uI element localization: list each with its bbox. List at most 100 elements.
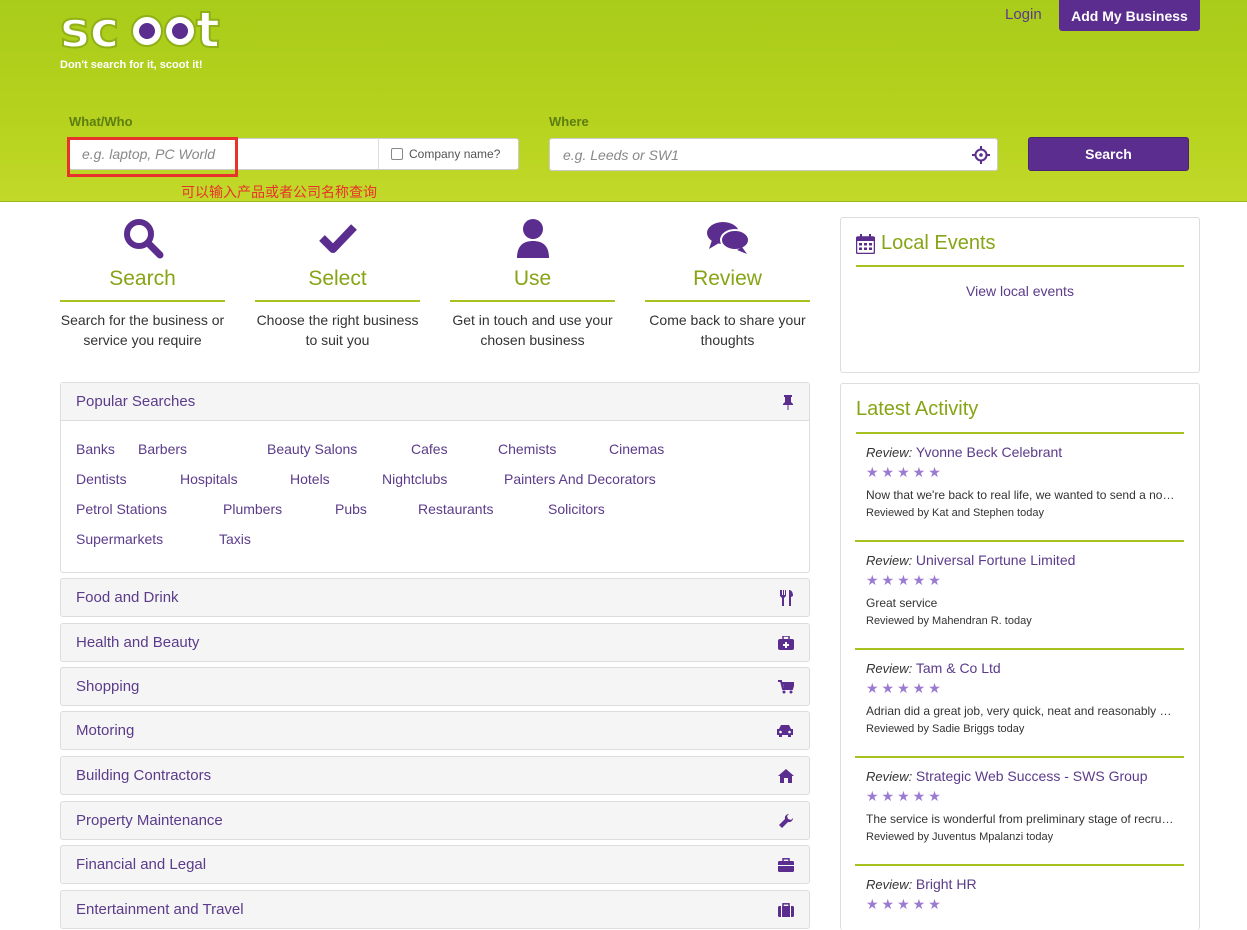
site-header: sc t Don't search for it, scoot it! Logi… xyxy=(0,0,1247,202)
step-description: Get in touch and use your chosen busines… xyxy=(452,312,613,348)
popular-link[interactable]: Cafes xyxy=(411,441,448,457)
where-input[interactable] xyxy=(550,139,950,170)
check-icon xyxy=(318,224,357,253)
activity-item: Review: Strategic Web Success - SWS Grou… xyxy=(855,768,1184,843)
category-label: Financial and Legal xyxy=(76,856,207,873)
crosshair-icon[interactable] xyxy=(972,146,990,164)
step-use: Use Get in touch and use your chosen bus… xyxy=(450,215,615,350)
popular-link[interactable]: Beauty Salons xyxy=(267,441,357,457)
step-search: Search Search for the business or servic… xyxy=(60,215,225,350)
popular-link[interactable]: Plumbers xyxy=(223,501,282,517)
popular-link[interactable]: Taxis xyxy=(219,531,251,547)
review-prefix: Review: xyxy=(866,553,913,568)
section-divider xyxy=(856,265,1184,267)
category-entertainment-and-travel[interactable]: Entertainment and Travel xyxy=(60,890,810,929)
activity-divider xyxy=(855,864,1184,866)
review-snippet: Adrian did a great job, very quick, neat… xyxy=(866,704,1176,718)
popular-links: Banks Barbers Beauty Salons Cafes Chemis… xyxy=(61,421,809,573)
business-link[interactable]: Yvonne Beck Celebrant xyxy=(916,444,1062,460)
company-name-checkbox[interactable] xyxy=(391,148,403,160)
step-divider xyxy=(60,300,225,302)
category-property-maintenance[interactable]: Property Maintenance xyxy=(60,801,810,840)
rating-stars: ★★★★★ xyxy=(866,896,944,912)
step-description: Choose the right business to suit you xyxy=(256,312,419,348)
popular-link[interactable]: Chemists xyxy=(498,441,556,457)
review-prefix: Review: xyxy=(866,769,913,784)
where-label: Where xyxy=(549,114,589,129)
activity-review-line: Review: Yvonne Beck Celebrant xyxy=(866,444,1184,460)
popular-link[interactable]: Banks xyxy=(76,441,115,457)
review-snippet: Now that we're back to real life, we wan… xyxy=(866,488,1176,502)
category-motoring[interactable]: Motoring xyxy=(60,711,810,750)
comments-icon xyxy=(706,222,750,254)
popular-searches-header[interactable]: Popular Searches xyxy=(61,383,809,421)
popular-link[interactable]: Pubs xyxy=(335,501,367,517)
activity-review-line: Review: Tam & Co Ltd xyxy=(866,660,1184,676)
business-link[interactable]: Bright HR xyxy=(916,876,977,892)
category-label: Food and Drink xyxy=(76,589,179,606)
magnifier-icon xyxy=(123,219,163,259)
category-health-and-beauty[interactable]: Health and Beauty xyxy=(60,623,810,662)
company-name-toggle[interactable]: Company name? xyxy=(378,138,519,170)
briefcase-icon xyxy=(778,857,794,872)
svg-text:sc: sc xyxy=(60,1,119,59)
activity-item: Review: Tam & Co Ltd ★★★★★ Adrian did a … xyxy=(855,660,1184,735)
local-events-title: Local Events xyxy=(881,232,996,254)
scoot-logo[interactable]: sc t xyxy=(58,0,228,60)
activity-review-line: Review: Bright HR xyxy=(866,876,1184,892)
category-shopping[interactable]: Shopping xyxy=(60,667,810,706)
step-divider xyxy=(645,300,810,302)
calendar-icon xyxy=(856,233,875,254)
medkit-icon xyxy=(778,635,794,650)
local-events-heading: Local Events xyxy=(856,232,996,255)
tagline: Don't search for it, scoot it! xyxy=(60,59,203,71)
business-link[interactable]: Tam & Co Ltd xyxy=(916,660,1001,676)
annotation-highlight-box xyxy=(67,137,238,177)
rating-stars: ★★★★★ xyxy=(866,680,944,696)
step-review: Review Come back to share your thoughts xyxy=(645,215,810,350)
user-icon xyxy=(516,219,549,258)
category-building-contractors[interactable]: Building Contractors xyxy=(60,756,810,795)
section-divider xyxy=(856,432,1184,434)
category-food-and-drink[interactable]: Food and Drink xyxy=(60,578,810,617)
popular-link[interactable]: Hospitals xyxy=(180,471,238,487)
step-divider xyxy=(255,300,420,302)
suitcase-icon xyxy=(778,902,794,917)
where-field xyxy=(549,138,998,171)
category-label: Motoring xyxy=(76,722,135,739)
popular-link[interactable]: Supermarkets xyxy=(76,531,163,547)
popular-link[interactable]: Dentists xyxy=(76,471,127,487)
popular-searches-panel: Popular Searches Banks Barbers Beauty Sa… xyxy=(60,382,810,573)
category-label: Health and Beauty xyxy=(76,634,200,651)
popular-link[interactable]: Cinemas xyxy=(609,441,664,457)
rating-stars: ★★★★★ xyxy=(866,464,944,480)
pin-icon xyxy=(783,394,793,410)
cart-icon xyxy=(778,679,794,693)
add-business-button[interactable]: Add My Business xyxy=(1059,0,1200,31)
popular-link[interactable]: Petrol Stations xyxy=(76,501,167,517)
view-local-events-link[interactable]: View local events xyxy=(841,283,1199,299)
popular-link[interactable]: Barbers xyxy=(138,441,187,457)
popular-link[interactable]: Nightclubs xyxy=(382,471,447,487)
activity-divider xyxy=(855,648,1184,650)
popular-link[interactable]: Painters And Decorators xyxy=(504,471,656,487)
search-button[interactable]: Search xyxy=(1028,137,1189,171)
rating-stars: ★★★★★ xyxy=(866,572,944,588)
popular-link[interactable]: Hotels xyxy=(290,471,330,487)
business-link[interactable]: Universal Fortune Limited xyxy=(916,552,1076,568)
category-financial-and-legal[interactable]: Financial and Legal xyxy=(60,845,810,884)
login-link[interactable]: Login xyxy=(1005,6,1042,23)
home-icon xyxy=(778,768,794,783)
step-title: Search xyxy=(109,267,176,290)
car-icon xyxy=(777,724,793,737)
company-name-label: Company name? xyxy=(409,147,501,161)
business-link[interactable]: Strategic Web Success - SWS Group xyxy=(916,768,1148,784)
popular-searches-title: Popular Searches xyxy=(76,393,196,410)
svg-text:t: t xyxy=(196,1,220,59)
popular-link[interactable]: Restaurants xyxy=(418,501,493,517)
activity-review-line: Review: Universal Fortune Limited xyxy=(866,552,1184,568)
activity-item: Review: Yvonne Beck Celebrant ★★★★★ Now … xyxy=(855,444,1184,519)
wrench-icon xyxy=(779,813,794,828)
reviewer-line: Reviewed by Mahendran R. today xyxy=(866,615,1032,627)
popular-link[interactable]: Solicitors xyxy=(548,501,605,517)
